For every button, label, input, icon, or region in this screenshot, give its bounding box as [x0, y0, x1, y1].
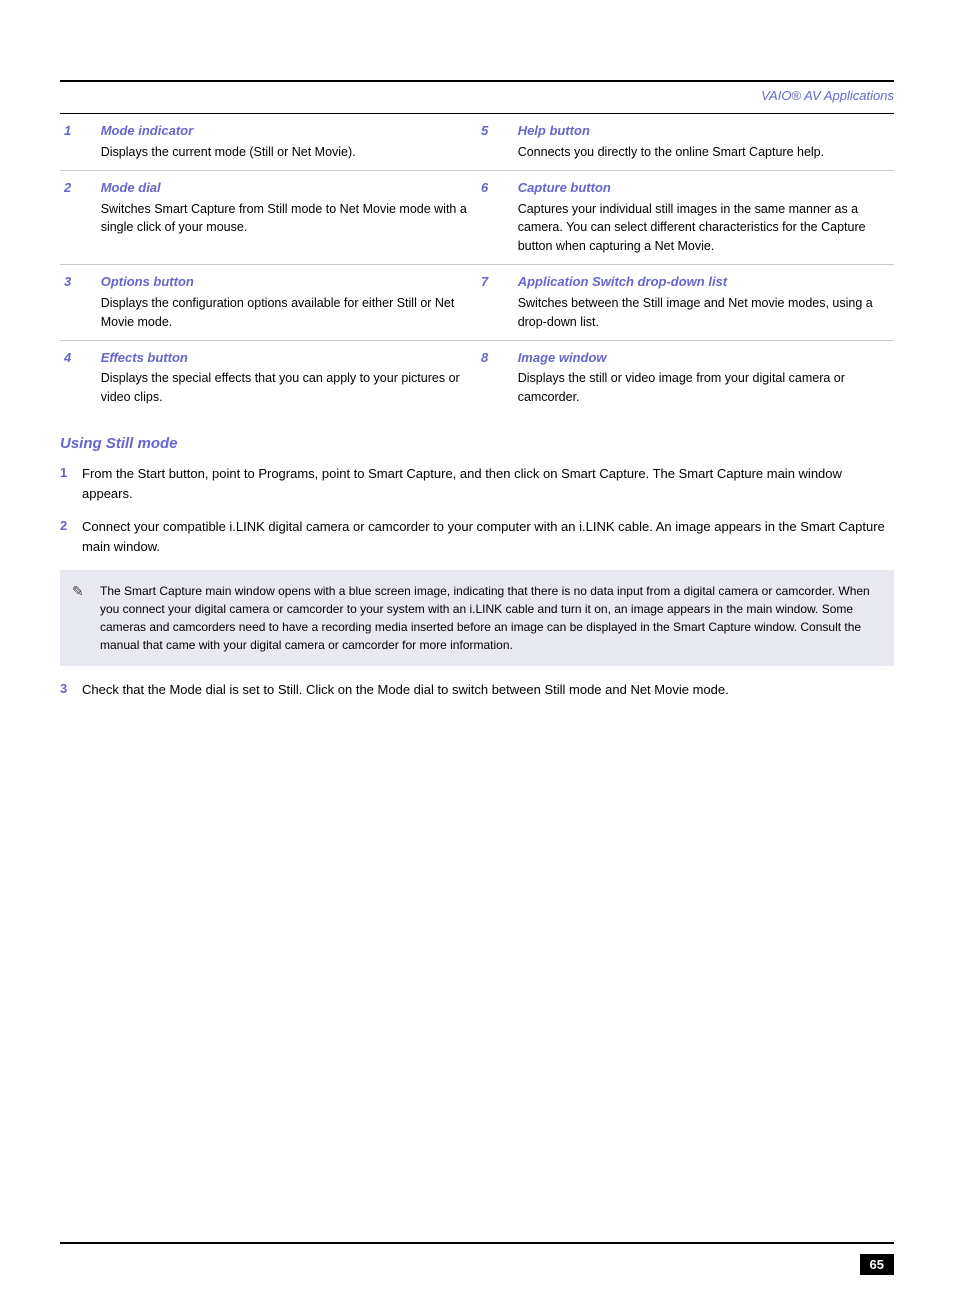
note-box: ✎ The Smart Capture main window opens wi…: [60, 570, 894, 666]
item-number-8: 8: [477, 340, 514, 415]
item-desc-7: Switches between the Still image and Net…: [518, 296, 873, 329]
item-desc-8: Displays the still or video image from y…: [518, 371, 845, 404]
item-number-5: 5: [477, 114, 514, 170]
item-content-5: Help button Connects you directly to the…: [514, 114, 894, 170]
item-title-6: Capture button: [518, 179, 884, 198]
section-heading: Using Still mode: [60, 435, 894, 452]
page-number-row: 65: [0, 1250, 954, 1275]
item-desc-4: Displays the special effects that you ca…: [101, 371, 460, 404]
item-desc-2: Switches Smart Capture from Still mode t…: [101, 202, 467, 235]
item-content-7: Application Switch drop-down list Switch…: [514, 265, 894, 341]
steps-container: 1 From the Start button, point to Progra…: [60, 464, 894, 556]
header-area: VAIO® AV Applications: [0, 82, 954, 113]
page-container: VAIO® AV Applications 1 Mode indicator D…: [0, 80, 954, 1315]
item-number-4: 4: [60, 340, 97, 415]
note-icon: ✎: [72, 583, 92, 600]
header-title: VAIO® AV Applications: [761, 88, 894, 103]
step-number-1: 1: [60, 464, 82, 480]
bottom-area: 65: [0, 1242, 954, 1275]
item-desc-6: Captures your individual still images in…: [518, 202, 866, 254]
page-number: 65: [860, 1254, 894, 1275]
step-number-2: 2: [60, 517, 82, 533]
item-title-7: Application Switch drop-down list: [518, 273, 884, 292]
item-content-3: Options button Displays the configuratio…: [97, 265, 477, 341]
note-text: The Smart Capture main window opens with…: [100, 582, 878, 654]
table-row: 4 Effects button Displays the special ef…: [60, 340, 894, 415]
item-title-2: Mode dial: [101, 179, 467, 198]
step-item-1: 1 From the Start button, point to Progra…: [60, 464, 894, 503]
step-number-3: 3: [60, 680, 82, 696]
bottom-rule: [60, 1242, 894, 1244]
item-content-8: Image window Displays the still or video…: [514, 340, 894, 415]
item-content-6: Capture button Captures your individual …: [514, 170, 894, 264]
item-number-7: 7: [477, 265, 514, 341]
item-desc-3: Displays the configuration options avail…: [101, 296, 455, 329]
step-item-2: 2 Connect your compatible i.LINK digital…: [60, 517, 894, 556]
item-title-4: Effects button: [101, 349, 467, 368]
item-content-1: Mode indicator Displays the current mode…: [97, 114, 477, 170]
item-number-6: 6: [477, 170, 514, 264]
item-title-8: Image window: [518, 349, 884, 368]
items-table: 1 Mode indicator Displays the current mo…: [60, 114, 894, 415]
item-number-2: 2: [60, 170, 97, 264]
step-text-1: From the Start button, point to Programs…: [82, 464, 894, 503]
step-item-3: 3 Check that the Mode dial is set to Sti…: [60, 680, 894, 700]
table-row: 1 Mode indicator Displays the current mo…: [60, 114, 894, 170]
item-desc-1: Displays the current mode (Still or Net …: [101, 145, 356, 159]
item-content-4: Effects button Displays the special effe…: [97, 340, 477, 415]
item-title-1: Mode indicator: [101, 122, 467, 141]
item-desc-5: Connects you directly to the online Smar…: [518, 145, 824, 159]
item-title-3: Options button: [101, 273, 467, 292]
table-row: 3 Options button Displays the configurat…: [60, 265, 894, 341]
step-text-3: Check that the Mode dial is set to Still…: [82, 680, 729, 700]
item-number-3: 3: [60, 265, 97, 341]
item-number-1: 1: [60, 114, 97, 170]
item-content-2: Mode dial Switches Smart Capture from St…: [97, 170, 477, 264]
item-title-5: Help button: [518, 122, 884, 141]
step-text-2: Connect your compatible i.LINK digital c…: [82, 517, 894, 556]
table-row: 2 Mode dial Switches Smart Capture from …: [60, 170, 894, 264]
